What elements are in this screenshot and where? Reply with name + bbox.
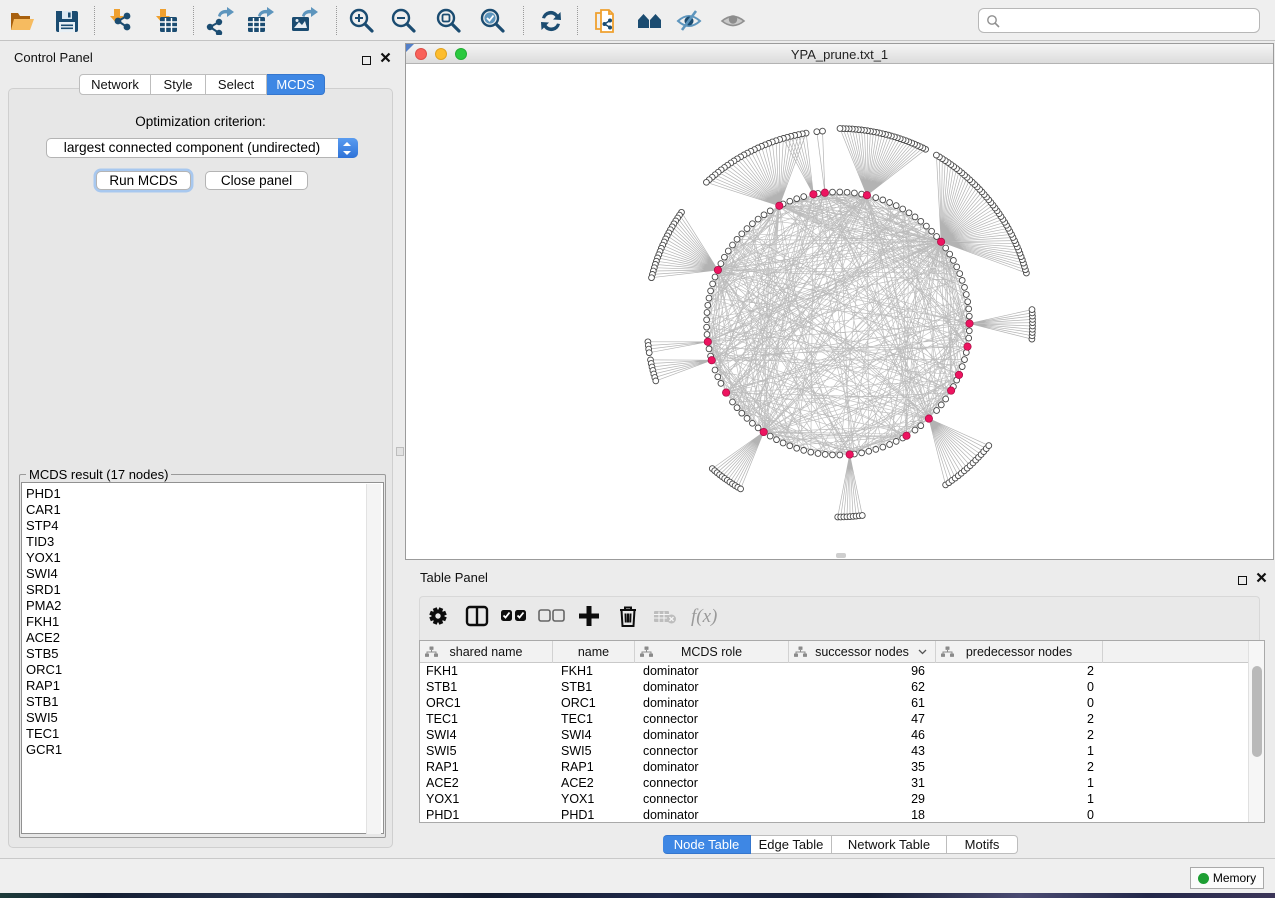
svg-text:f(x): f(x) [691, 606, 717, 627]
